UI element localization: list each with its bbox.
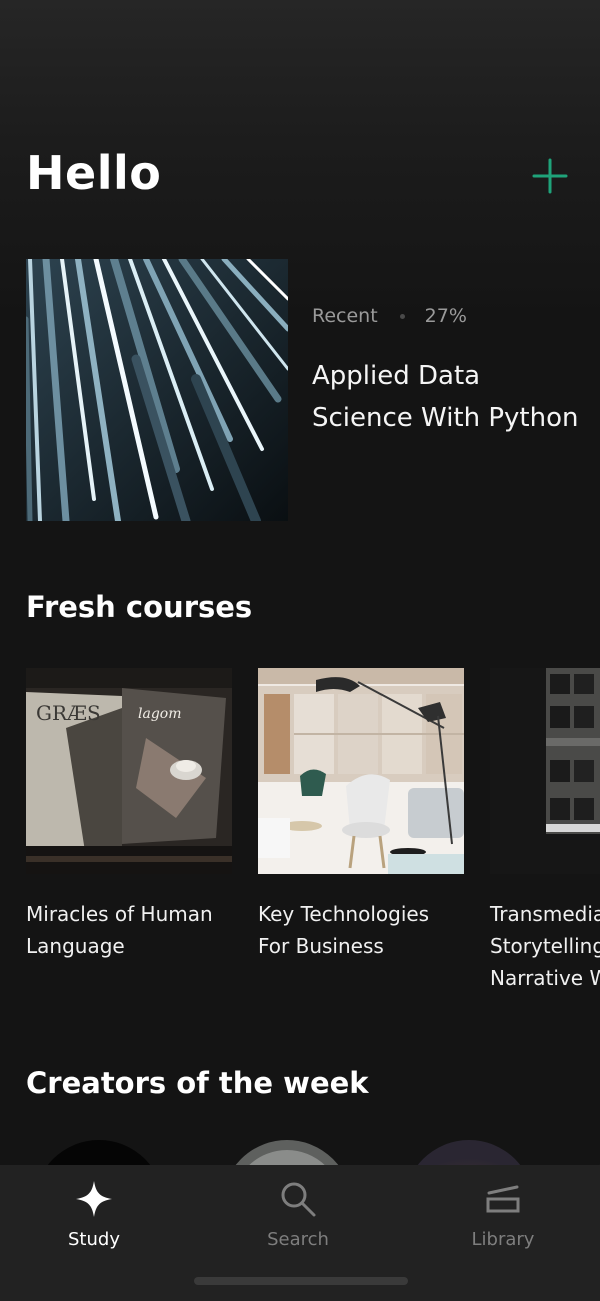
tab-library[interactable]: Library (403, 1165, 600, 1275)
course-card[interactable]: Transmedia Storytelling Narrative W (490, 668, 600, 994)
tab-label: Library (471, 1229, 535, 1250)
fresh-courses-carousel[interactable]: GRÆS lagom Miracles of Human Language Ke… (0, 668, 600, 1008)
tab-study[interactable]: Study (0, 1165, 194, 1275)
sparkle-icon (76, 1181, 112, 1217)
add-button[interactable] (526, 152, 574, 200)
tab-search[interactable]: Search (198, 1165, 398, 1275)
magazine-cover-text-left: GRÆS (36, 701, 101, 725)
course-title: Key Technologies For Business (258, 902, 430, 958)
recent-course-thumbnail (26, 259, 288, 521)
tab-label: Study (68, 1229, 120, 1250)
separator-dot (399, 313, 405, 319)
plus-icon (532, 158, 568, 194)
course-card[interactable]: GRÆS lagom Miracles of Human Language (26, 668, 232, 962)
recent-meta: Recent 27% (312, 303, 467, 329)
course-title: Transmedia Storytelling Narrative W (490, 902, 600, 990)
course-thumbnail-office (258, 668, 464, 874)
creators-heading: Creators of the week (26, 1066, 369, 1100)
course-title: Miracles of Human Language (26, 902, 213, 958)
fresh-courses-heading: Fresh courses (26, 590, 253, 624)
course-thumbnail-building (490, 668, 600, 874)
magazine-cover-text-right: lagom (138, 706, 182, 722)
recent-label: Recent (312, 305, 378, 327)
study-screen: Hello Recent 27% Applied Data Science Wi… (0, 0, 600, 1301)
recent-course-title: Applied Data Science With Python (312, 361, 579, 433)
recent-course-card[interactable]: Recent 27% Applied Data Science With Pyt… (26, 259, 586, 521)
course-thumbnail-magazines: GRÆS lagom (26, 668, 232, 874)
library-icon (486, 1185, 520, 1213)
course-card[interactable]: Key Technologies For Business (258, 668, 464, 962)
home-indicator (194, 1277, 408, 1285)
progress-value: 27% (424, 305, 467, 327)
tab-label: Search (267, 1229, 329, 1250)
page-title: Hello (26, 146, 162, 200)
search-icon (281, 1182, 316, 1217)
